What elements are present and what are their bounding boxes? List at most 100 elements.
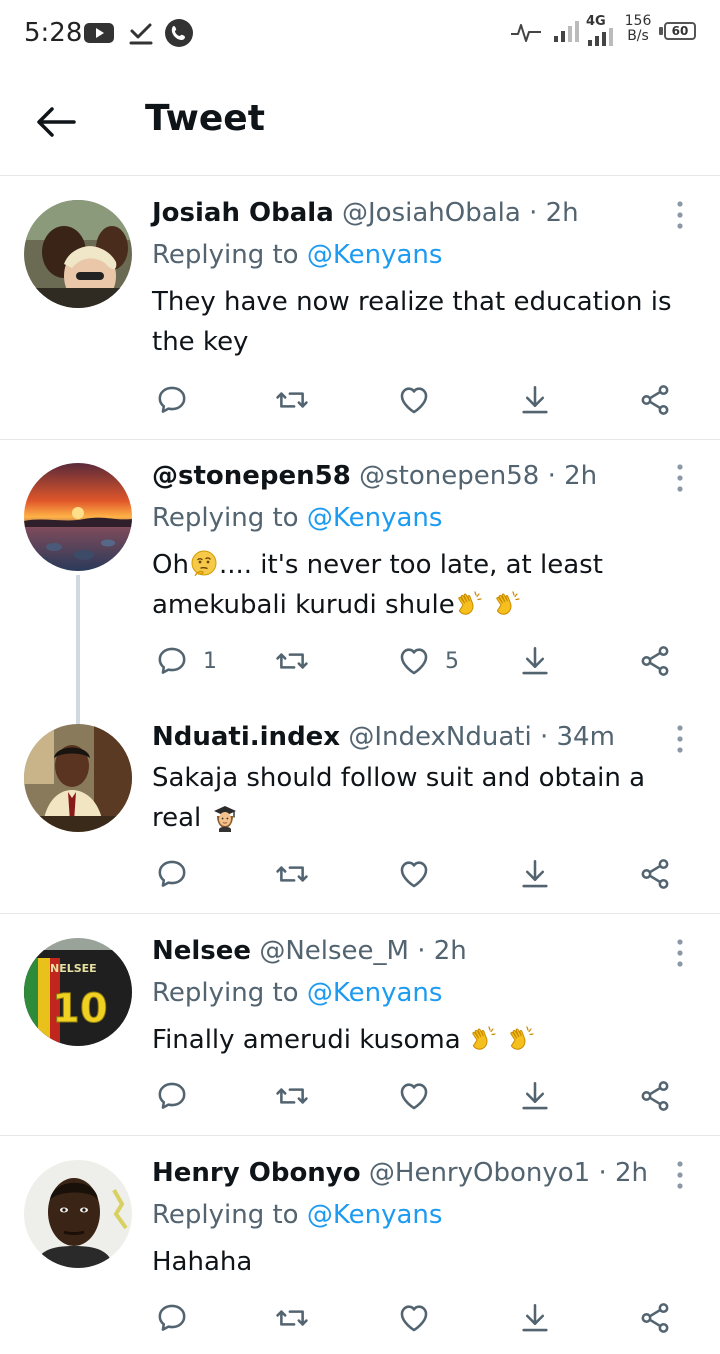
reply-button[interactable]: [155, 854, 203, 894]
tweet-item[interactable]: @stonepen58 @stonepen58 · 2h Replying to…: [0, 441, 720, 725]
tweet-text: Hahaha: [152, 1247, 253, 1277]
download-icon: [518, 1301, 552, 1335]
retweet-icon: [275, 857, 309, 891]
mention-link[interactable]: @Kenyans: [307, 503, 443, 533]
download-button[interactable]: [518, 1298, 552, 1338]
clapping-hands-emoji-icon: [469, 1024, 499, 1054]
mention-link[interactable]: @Kenyans: [307, 1200, 443, 1230]
download-button[interactable]: [518, 641, 552, 681]
share-button[interactable]: [638, 380, 672, 420]
replying-prefix: Replying to: [152, 1200, 299, 1230]
share-button[interactable]: [638, 641, 672, 681]
tweet-actions: 1 5: [0, 641, 720, 681]
more-options-icon[interactable]: [672, 724, 688, 754]
replying-prefix: Replying to: [152, 978, 299, 1008]
reply-icon: [155, 1301, 189, 1335]
reply-button[interactable]: 1: [155, 641, 217, 681]
share-icon: [638, 857, 672, 891]
signal-icon-2: [588, 28, 613, 46]
display-name[interactable]: Nduati.index: [152, 722, 340, 752]
display-name[interactable]: Henry Obonyo: [152, 1158, 361, 1188]
more-options-icon[interactable]: [672, 938, 688, 968]
tweet-actions: [0, 854, 720, 894]
handle[interactable]: @HenryObonyo1: [369, 1158, 590, 1188]
mention-link[interactable]: @Kenyans: [307, 240, 443, 270]
tweet-author-line: Josiah Obala @JosiahObala · 2h: [152, 196, 579, 230]
tweet-item[interactable]: Josiah Obala @JosiahObala · 2h Replying …: [0, 178, 720, 440]
display-name[interactable]: Josiah Obala: [152, 198, 334, 228]
avatar[interactable]: [24, 724, 132, 832]
retweet-button[interactable]: [275, 1298, 309, 1338]
page-title: Tweet: [145, 98, 265, 139]
reply-icon: [155, 1079, 189, 1113]
download-button[interactable]: [518, 854, 552, 894]
youtube-icon: [84, 23, 114, 43]
tweet-item[interactable]: Henry Obonyo @HenryObonyo1 · 2h Replying…: [0, 1138, 720, 1354]
tweet-actions: [0, 380, 720, 420]
handle[interactable]: @JosiahObala: [342, 198, 521, 228]
reply-icon: [155, 383, 189, 417]
share-button[interactable]: [638, 1076, 672, 1116]
reply-button[interactable]: [155, 1076, 203, 1116]
like-button[interactable]: [397, 854, 445, 894]
reply-button[interactable]: [155, 380, 203, 420]
timestamp: 2h: [545, 198, 579, 228]
like-button[interactable]: [397, 380, 445, 420]
mention-link[interactable]: @Kenyans: [307, 978, 443, 1008]
avatar[interactable]: [24, 1160, 132, 1268]
like-button[interactable]: 5: [397, 641, 459, 681]
separator: ·: [547, 461, 556, 491]
handle[interactable]: @stonepen58: [359, 461, 539, 491]
network-type: 4G: [586, 14, 606, 29]
tweet-text-part: Finally amerudi kusoma: [152, 1025, 469, 1055]
handle[interactable]: @Nelsee_M: [259, 936, 409, 966]
download-icon: [518, 383, 552, 417]
more-options-icon[interactable]: [672, 463, 688, 493]
download-button[interactable]: [518, 1076, 552, 1116]
retweet-icon: [275, 1079, 309, 1113]
battery-icon: 60: [664, 22, 696, 40]
tweet-text-part: .... it's never too late, at least ameku…: [152, 550, 603, 620]
replying-to: Replying to @Kenyans: [152, 238, 442, 272]
replying-prefix: Replying to: [152, 240, 299, 270]
tweet-text: They have now realize that education is …: [152, 287, 672, 357]
tweet-actions: [0, 1298, 720, 1338]
separator: ·: [417, 936, 426, 966]
tweet-item[interactable]: NELSEE 10 Nelsee @Nelsee_M · 2h Replying…: [0, 916, 720, 1136]
avatar[interactable]: [24, 200, 132, 308]
like-button[interactable]: [397, 1298, 445, 1338]
reply-icon: [155, 644, 189, 678]
reply-button[interactable]: [155, 1298, 203, 1338]
more-options-icon[interactable]: [672, 1160, 688, 1190]
like-button[interactable]: [397, 1076, 445, 1116]
network-speed: 156 B/s: [620, 14, 656, 44]
avatar[interactable]: NELSEE 10: [24, 938, 132, 1046]
retweet-button[interactable]: [275, 641, 309, 681]
clapping-hands-emoji-icon: [455, 589, 485, 619]
download-button[interactable]: [518, 380, 552, 420]
tweet-text-part: Oh: [152, 550, 189, 580]
download-icon: [518, 644, 552, 678]
share-button[interactable]: [638, 1298, 672, 1338]
speed-value: 156: [624, 13, 652, 29]
battery-tip: [659, 27, 663, 35]
display-name[interactable]: Nelsee: [152, 936, 251, 966]
share-button[interactable]: [638, 854, 672, 894]
retweet-button[interactable]: [275, 380, 309, 420]
heart-icon: [397, 1301, 431, 1335]
tweet-author-line: @stonepen58 @stonepen58 · 2h: [152, 459, 597, 493]
separator: ·: [598, 1158, 607, 1188]
more-options-icon[interactable]: [672, 200, 688, 230]
retweet-button[interactable]: [275, 854, 309, 894]
avatar[interactable]: [24, 463, 132, 571]
share-icon: [638, 1301, 672, 1335]
like-count: 5: [445, 648, 459, 674]
back-arrow-icon[interactable]: [30, 102, 82, 142]
tweet-item[interactable]: Nduati.index @IndexNduati · 34m Sakaja s…: [0, 702, 720, 914]
top-app-bar: Tweet: [0, 66, 720, 176]
retweet-button[interactable]: [275, 1076, 309, 1116]
heart-icon: [397, 857, 431, 891]
display-name[interactable]: @stonepen58: [152, 461, 351, 491]
handle[interactable]: @IndexNduati: [348, 722, 531, 752]
tweet-author-line: Nduati.index @IndexNduati · 34m: [152, 720, 615, 754]
